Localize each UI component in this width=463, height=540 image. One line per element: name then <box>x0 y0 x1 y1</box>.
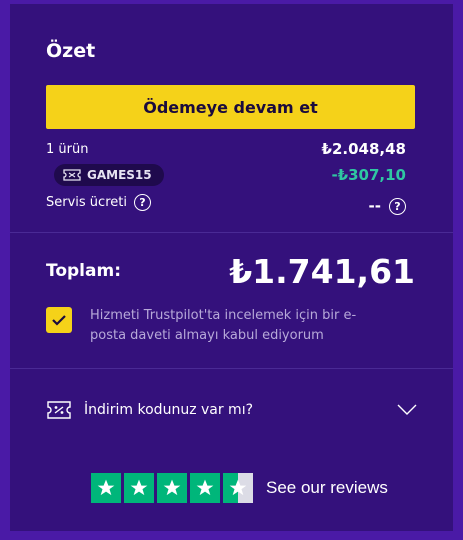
promo-code-badge: GAMES15 <box>54 164 164 186</box>
promo-discount-value: -₺307,10 <box>331 166 406 184</box>
service-fee-value-row: -- ? <box>369 197 406 215</box>
trustpilot-consent-text: Hizmeti Trustpilot'ta incelemek için bir… <box>90 308 357 343</box>
divider <box>10 232 453 233</box>
chevron-down-icon <box>397 404 417 415</box>
trustpilot-consent-checkbox[interactable] <box>46 307 72 333</box>
ticket-icon <box>63 169 81 181</box>
checkmark-icon <box>52 315 66 326</box>
trustpilot-half-star-icon <box>223 473 253 503</box>
trustpilot-star-icon <box>190 473 220 503</box>
summary-title: Özet <box>46 40 96 62</box>
trustpilot-reviews-link[interactable]: See our reviews <box>91 473 388 503</box>
see-reviews-link[interactable]: See our reviews <box>266 478 388 498</box>
total-label: Toplam: <box>46 261 121 281</box>
discount-code-label: İndirim kodunuz var mı? <box>84 402 254 418</box>
service-fee-row: Servis ücreti ? <box>46 194 151 211</box>
discount-coupon-icon <box>47 401 71 419</box>
promo-code-text: GAMES15 <box>87 168 152 182</box>
proceed-to-payment-button[interactable]: Ödemeye devam et <box>46 85 415 129</box>
total-value: ₺1.741,61 <box>229 252 415 291</box>
items-subtotal-value: ₺2.048,48 <box>321 140 406 158</box>
items-count-label: 1 ürün <box>46 142 89 157</box>
trustpilot-star-icon <box>124 473 154 503</box>
trustpilot-star-icon <box>157 473 187 503</box>
service-fee-value: -- <box>368 197 381 215</box>
order-summary-panel: Özet Ödemeye devam et 1 ürün ₺2.048,48 G… <box>10 4 453 531</box>
service-fee-label: Servis ücreti <box>46 195 127 210</box>
service-fee-value-help-icon[interactable]: ? <box>389 197 406 215</box>
service-fee-help-icon[interactable]: ? <box>133 194 151 211</box>
trustpilot-star-icon <box>91 473 121 503</box>
divider <box>10 368 453 369</box>
discount-code-toggle[interactable]: İndirim kodunuz var mı? <box>46 397 417 423</box>
